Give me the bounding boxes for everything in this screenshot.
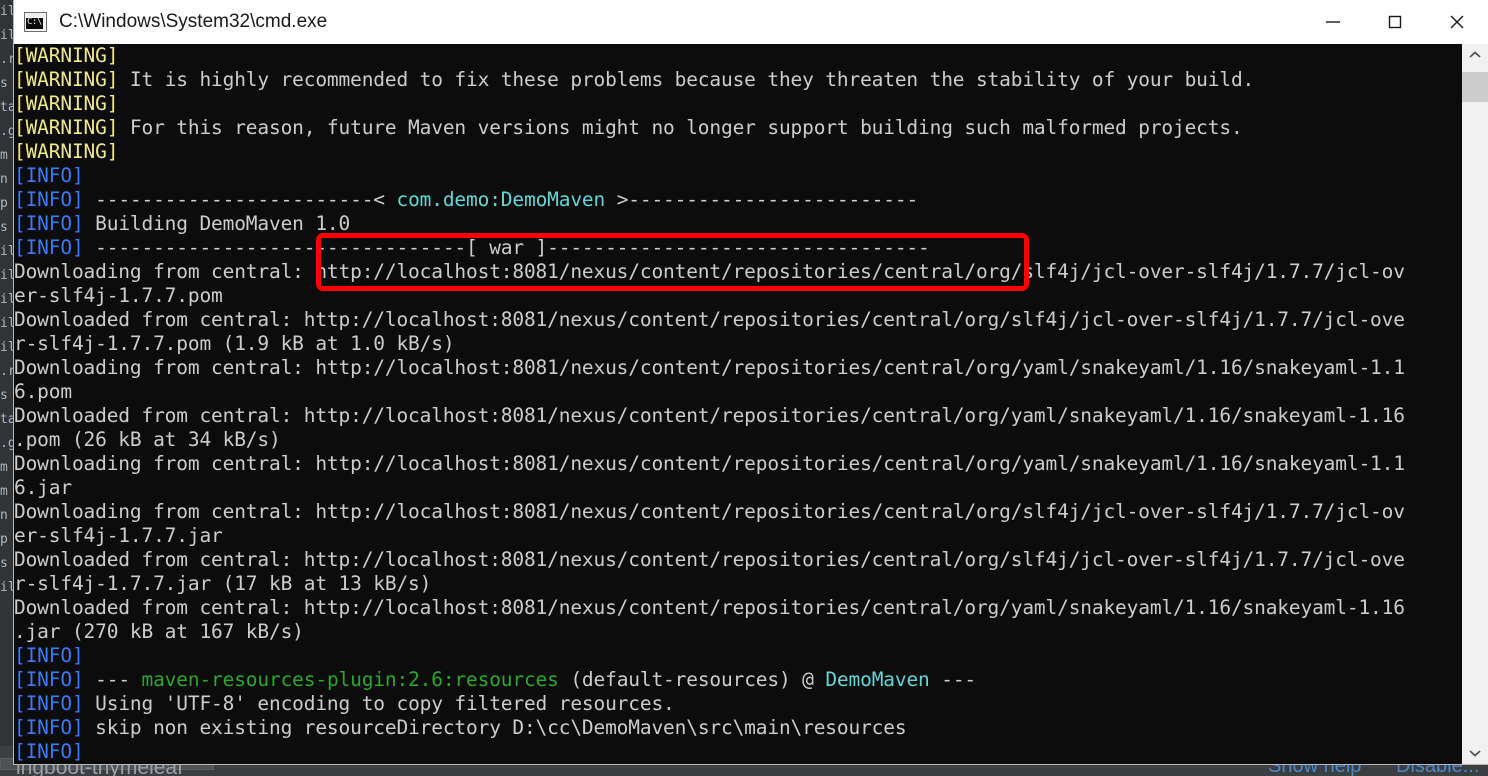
console-span: [INFO] xyxy=(14,716,84,739)
console-line: [INFO] --- maven-resources-plugin:2.6:re… xyxy=(14,668,1405,692)
console-span: skip non existing resourceDirectory D:\c… xyxy=(83,716,907,739)
console-span: --- xyxy=(83,668,142,691)
console-line: Downloading from central: http://localho… xyxy=(14,260,1405,284)
console-span: .jar (270 kB at 167 kB/s) xyxy=(14,620,304,643)
console-span: [INFO] xyxy=(14,164,84,187)
console-span: 6.jar xyxy=(14,476,72,499)
console-line: .jar (270 kB at 167 kB/s) xyxy=(14,620,1405,644)
screen: il il .r s ta .g m n p s il il il il il … xyxy=(0,0,1488,776)
console-span: er-slf4j-1.7.7.pom xyxy=(14,284,223,307)
console-line: [WARNING] xyxy=(14,92,1405,116)
console-span: Downloaded from central: http://localhos… xyxy=(14,404,1405,427)
console-output-area[interactable]: [WARNING] [WARNING] It is highly recommen… xyxy=(14,44,1488,764)
console-line: r-slf4j-1.7.7.pom (1.9 kB at 1.0 kB/s) xyxy=(14,332,1405,356)
console-line: [INFO] Building DemoMaven 1.0 xyxy=(14,212,1405,236)
console-line: Downloading from central: http://localho… xyxy=(14,500,1405,524)
console-span: Downloaded from central: http://localhos… xyxy=(14,308,1405,331)
console-span: Downloading from central: http://localho… xyxy=(14,356,1405,379)
window-title: C:\Windows\System32\cmd.exe xyxy=(59,11,328,32)
console-line: Downloading from central: http://localho… xyxy=(14,356,1405,380)
minimize-button[interactable] xyxy=(1302,0,1364,44)
console-line: Downloaded from central: http://localhos… xyxy=(14,596,1405,620)
console-line: Downloaded from central: http://localhos… xyxy=(14,404,1405,428)
console-span: [INFO] xyxy=(14,740,84,763)
close-button[interactable] xyxy=(1426,0,1488,44)
console-span: Downloading from central: http://localho… xyxy=(14,260,1405,283)
console-span: Downloading from central: http://localho… xyxy=(14,452,1405,475)
close-icon xyxy=(1450,15,1464,29)
console-span: [INFO] xyxy=(14,644,84,667)
maximize-button[interactable] xyxy=(1364,0,1426,44)
console-line: 6.pom xyxy=(14,380,1405,404)
console-span: com.demo:DemoMaven xyxy=(396,188,606,211)
console-line: [WARNING] xyxy=(14,44,1405,68)
console-span: ------------------------< xyxy=(83,188,397,211)
console-span: Downloaded from central: http://localhos… xyxy=(14,548,1405,571)
console-span: [INFO] xyxy=(14,212,84,235)
console-span: Building DemoMaven 1.0 xyxy=(83,212,351,235)
console-span: Downloading from central: http://localho… xyxy=(14,500,1405,523)
scrollbar-thumb[interactable] xyxy=(1462,72,1488,102)
console-span: --- xyxy=(929,668,977,691)
console-span: [INFO] xyxy=(14,668,84,691)
scrollbar-down-button[interactable] xyxy=(1462,742,1488,764)
scrollbar-up-button[interactable] xyxy=(1462,44,1488,66)
console-span: [WARNING] xyxy=(14,68,119,91)
console-line: [INFO] ------------------------< com.dem… xyxy=(14,188,1405,212)
console-span: er-slf4j-1.7.7.jar xyxy=(14,524,223,547)
console-line: [INFO] skip non existing resourceDirecto… xyxy=(14,716,1405,740)
console-span: (default-resources) @ xyxy=(558,668,826,691)
console-span: [WARNING] xyxy=(14,44,119,67)
console-line: [INFO] xyxy=(14,644,1405,668)
console-span: [INFO] xyxy=(14,692,84,715)
console-span: [INFO] xyxy=(14,188,84,211)
console-line: [INFO] xyxy=(14,740,1405,764)
console-line: [WARNING] For this reason, future Maven … xyxy=(14,116,1405,140)
console-line: er-slf4j-1.7.7.pom xyxy=(14,284,1405,308)
chevron-up-icon xyxy=(1469,51,1481,58)
console-span: --------------------------------[ war ]-… xyxy=(83,236,930,259)
console-span: maven-resources-plugin:2.6:resources xyxy=(141,668,559,691)
console-span: Downloaded from central: http://localhos… xyxy=(14,596,1405,619)
chevron-down-icon xyxy=(1469,750,1481,757)
background-code-strip: il il .r s ta .g m n p s il il il il il … xyxy=(0,4,14,595)
console-span: r-slf4j-1.7.7.jar (17 kB at 13 kB/s) xyxy=(14,572,432,595)
console-span: It is highly recommended to fix these pr… xyxy=(118,68,1255,91)
window-controls xyxy=(1302,0,1488,44)
console-span: r-slf4j-1.7.7.pom (1.9 kB at 1.0 kB/s) xyxy=(14,332,455,355)
console-scrollbar[interactable] xyxy=(1462,44,1488,764)
window-titlebar[interactable]: C:\Windows\System32\cmd.exe xyxy=(14,0,1488,44)
console-line: .pom (26 kB at 34 kB/s) xyxy=(14,428,1405,452)
console-line: [INFO] xyxy=(14,164,1405,188)
console-span: 6.pom xyxy=(14,380,72,403)
console-line: er-slf4j-1.7.7.jar xyxy=(14,524,1405,548)
minimize-icon xyxy=(1326,21,1340,23)
console-text: [WARNING] [WARNING] It is highly recommen… xyxy=(14,44,1405,764)
console-span: [INFO] xyxy=(14,236,84,259)
maximize-icon xyxy=(1388,15,1402,29)
cmd-console-window: C:\Windows\System32\cmd.exe xyxy=(14,0,1488,764)
console-line: Downloading from central: http://localho… xyxy=(14,452,1405,476)
console-span: [WARNING] xyxy=(14,140,119,163)
console-span: For this reason, future Maven versions m… xyxy=(118,116,1243,139)
console-line: r-slf4j-1.7.7.jar (17 kB at 13 kB/s) xyxy=(14,572,1405,596)
console-line: 6.jar xyxy=(14,476,1405,500)
console-span: [WARNING] xyxy=(14,92,119,115)
console-span: .pom (26 kB at 34 kB/s) xyxy=(14,428,281,451)
console-span: [WARNING] xyxy=(14,116,119,139)
console-line: [WARNING] xyxy=(14,140,1405,164)
console-line: [INFO] --------------------------------[… xyxy=(14,236,1405,260)
cmd-console-icon xyxy=(24,12,47,32)
console-line: [INFO] Using 'UTF-8' encoding to copy fi… xyxy=(14,692,1405,716)
console-line: Downloaded from central: http://localhos… xyxy=(14,308,1405,332)
console-span: Using 'UTF-8' encoding to copy filtered … xyxy=(83,692,675,715)
console-span: DemoMaven xyxy=(825,668,930,691)
console-span: >------------------------- xyxy=(605,188,919,211)
console-line: Downloaded from central: http://localhos… xyxy=(14,548,1405,572)
console-line: [WARNING] It is highly recommended to fi… xyxy=(14,68,1405,92)
